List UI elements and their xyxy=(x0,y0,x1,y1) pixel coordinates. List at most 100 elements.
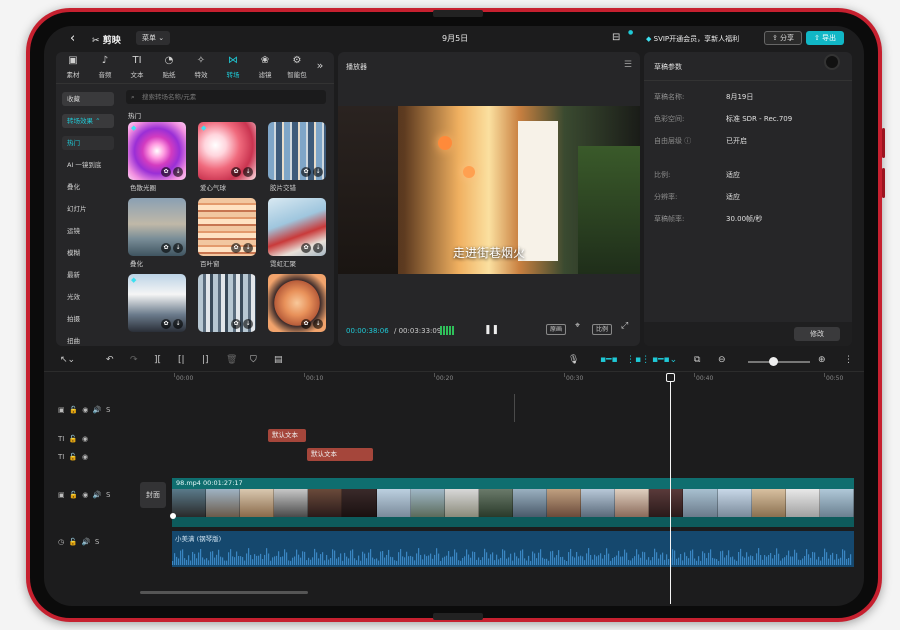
tab-audio[interactable]: ♪ 音频 xyxy=(90,55,120,79)
snap-icon[interactable]: ⋮▪⋮ xyxy=(626,355,650,365)
eye-icon[interactable]: ◉ xyxy=(82,406,88,414)
transition-thumbnail[interactable]: ✿ ↓ xyxy=(198,198,256,256)
category-item[interactable]: 扭曲 xyxy=(62,334,114,346)
transition-thumbnail[interactable]: ✿ ↓ xyxy=(268,122,326,180)
lock-icon[interactable]: 🔓 xyxy=(69,538,78,546)
transition-thumbnail[interactable]: ◆ ✿ ↓ xyxy=(128,274,186,332)
favorite-icon[interactable]: ✿ xyxy=(231,319,241,329)
volume-icon[interactable]: 🔊 xyxy=(93,406,102,414)
fullscreen-icon[interactable]: ⤢ xyxy=(618,322,631,333)
more-options-icon[interactable]: ⋮ xyxy=(844,355,853,365)
menu-button[interactable]: 菜单 ⌄ xyxy=(136,31,171,45)
download-icon[interactable]: ↓ xyxy=(173,243,183,253)
video-clip-frames[interactable] xyxy=(172,489,854,517)
tab-smart-pack[interactable]: ⚙ 智能包 xyxy=(282,55,312,79)
category-favorites[interactable]: 收藏 xyxy=(62,92,114,106)
favorite-icon[interactable]: ✿ xyxy=(161,319,171,329)
lock-icon[interactable]: 🔓 xyxy=(69,406,78,414)
back-icon[interactable]: ‹ xyxy=(70,31,75,46)
tab-media[interactable]: ▣ 素材 xyxy=(58,55,88,79)
eye-icon[interactable]: ◉ xyxy=(82,491,88,499)
transition-thumbnail[interactable]: ✿ ↓ xyxy=(198,274,256,332)
tab-text[interactable]: TI 文本 xyxy=(122,55,152,79)
ratio-button[interactable]: 比例 xyxy=(592,324,613,335)
download-icon[interactable]: ↓ xyxy=(313,319,323,329)
tab-transitions[interactable]: ⋈ 转场 xyxy=(218,55,248,79)
tab-filters[interactable]: ❀ 滤镜 xyxy=(250,55,280,79)
transition-thumbnail[interactable]: ✿ ↓ xyxy=(268,198,326,256)
lock-icon[interactable]: 🔓 xyxy=(69,453,78,461)
svip-banner[interactable]: ◆ SVIP开通会员，享新人福利 xyxy=(646,34,739,44)
search-input[interactable]: ⌕ 搜索转场名称/元素 xyxy=(126,90,326,104)
tab-effects[interactable]: ✧ 特效 xyxy=(186,55,216,79)
download-icon[interactable]: ↓ xyxy=(243,319,253,329)
zoom-slider-knob[interactable] xyxy=(769,357,778,366)
screen-layout-icon[interactable]: ⧉ xyxy=(694,355,700,365)
more-tabs-icon[interactable]: » xyxy=(310,59,330,72)
transition-thumbnail[interactable]: ◆ ✿ ↓ xyxy=(128,122,186,180)
download-icon[interactable]: ↓ xyxy=(173,319,183,329)
horizontal-scrollbar[interactable] xyxy=(140,591,308,594)
favorite-icon[interactable]: ✿ xyxy=(161,167,171,177)
preview-axis-icon[interactable]: ▪━▪⌄ xyxy=(652,355,677,365)
cover-button[interactable]: 封面 xyxy=(140,482,166,508)
category-item[interactable]: 最新 xyxy=(62,268,114,282)
favorite-icon[interactable]: ✿ xyxy=(301,243,311,253)
split-icon[interactable]: ][ xyxy=(154,355,161,365)
audio-clip[interactable]: 小美满 (钢琴版) xyxy=(172,531,854,567)
split-left-icon[interactable]: [| xyxy=(178,355,185,365)
video-clip-header[interactable]: 98.mp4 00:01:27:17 xyxy=(172,478,854,489)
share-button[interactable]: ⇪ 分享 xyxy=(764,31,802,45)
lock-icon[interactable]: 🔓 xyxy=(69,435,78,443)
undo-icon[interactable]: ↶ xyxy=(106,355,114,365)
subtitle-icon[interactable]: ▤ xyxy=(274,355,283,365)
transition-thumbnail[interactable]: ✿ ↓ xyxy=(268,274,326,332)
split-right-icon[interactable]: |] xyxy=(202,355,209,365)
text-clip[interactable]: 默认文本 xyxy=(307,448,373,461)
menu-icon[interactable]: ☰ xyxy=(624,60,632,70)
download-icon[interactable]: ↓ xyxy=(173,167,183,177)
keyframe-dot-icon[interactable] xyxy=(170,513,176,519)
time-ruler[interactable]: 00:00 00:10 00:20 00:30 00:40 00:50 xyxy=(174,373,864,387)
download-icon[interactable]: ↓ xyxy=(243,243,253,253)
category-item[interactable]: 光效 xyxy=(62,290,114,304)
transition-thumbnail[interactable]: ✿ ↓ xyxy=(128,198,186,256)
volume-icon[interactable]: 🔊 xyxy=(93,491,102,499)
eye-icon[interactable]: ◉ xyxy=(82,435,88,443)
playhead[interactable] xyxy=(670,378,671,604)
select-cursor-icon[interactable]: ↖⌄ xyxy=(60,355,75,365)
zoom-slider[interactable] xyxy=(748,361,810,363)
transition-thumbnail[interactable]: ◆ ✿ ↓ xyxy=(198,122,256,180)
export-button[interactable]: ⇧ 导出 xyxy=(806,31,844,45)
volume-icon[interactable]: 🔊 xyxy=(82,538,91,546)
favorite-icon[interactable]: ✿ xyxy=(231,243,241,253)
category-item[interactable]: 拍摄 xyxy=(62,312,114,326)
tab-sticker[interactable]: ◔ 贴纸 xyxy=(154,55,184,79)
zoom-out-icon[interactable]: ⊖ xyxy=(718,355,726,365)
zoom-in-icon[interactable]: ⊕ xyxy=(818,355,826,365)
text-clip[interactable]: 默认文本 xyxy=(268,429,306,442)
favorite-icon[interactable]: ✿ xyxy=(301,319,311,329)
category-item[interactable]: 模糊 xyxy=(62,246,114,260)
layout-icon[interactable]: ⊟ xyxy=(612,32,620,43)
solo-icon[interactable]: S xyxy=(106,406,110,414)
screenshot-icon[interactable]: ⌖ xyxy=(572,322,583,333)
category-item[interactable]: 运镜 xyxy=(62,224,114,238)
category-item[interactable]: 幻灯片 xyxy=(62,202,114,216)
download-icon[interactable]: ↓ xyxy=(313,243,323,253)
link-clips-icon[interactable]: ▪━▪ xyxy=(600,355,618,365)
original-quality-button[interactable]: 原画 xyxy=(546,324,567,335)
category-item[interactable]: 热门 xyxy=(62,136,114,150)
playhead-handle[interactable] xyxy=(666,373,675,382)
video-preview[interactable]: 走进街巷烟火 xyxy=(338,106,640,274)
delete-icon[interactable]: 🗑 xyxy=(226,355,237,365)
eye-icon[interactable]: ◉ xyxy=(82,453,88,461)
lock-icon[interactable]: 🔓 xyxy=(69,491,78,499)
download-icon[interactable]: ↓ xyxy=(243,167,253,177)
microphone-icon[interactable]: 🎙 xyxy=(568,355,579,365)
info-icon[interactable]: ⓘ xyxy=(684,137,691,145)
category-item[interactable]: 叠化 xyxy=(62,180,114,194)
redo-icon[interactable]: ↷ xyxy=(130,355,138,365)
category-transition-effects[interactable]: 转场效果 ⌃ xyxy=(62,114,114,128)
modify-button[interactable]: 修改 xyxy=(794,327,840,341)
